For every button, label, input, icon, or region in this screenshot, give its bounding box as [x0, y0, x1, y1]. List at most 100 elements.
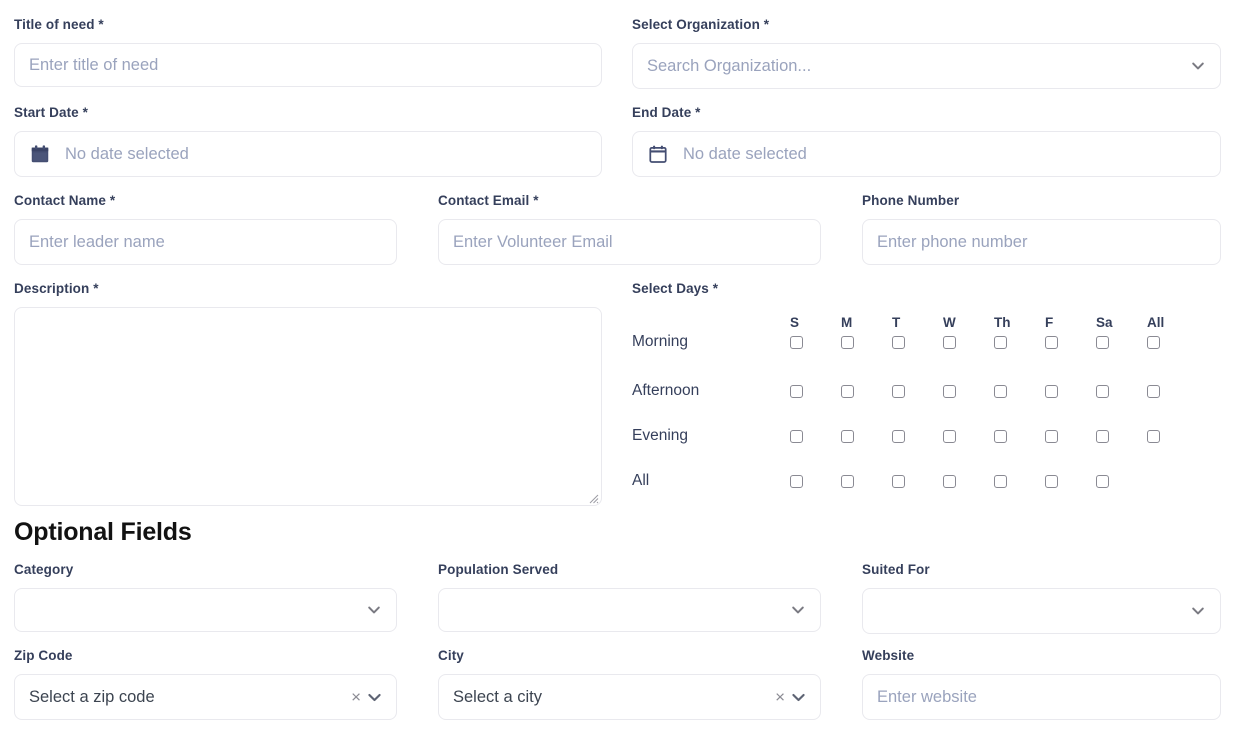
select-organization-wrapper: Search Organization... [632, 43, 1221, 89]
optional-fields-heading: Optional Fields [14, 518, 192, 546]
placeholder-text: Enter website [877, 687, 977, 706]
day-row-morning: Morning [632, 333, 1221, 351]
label-text: Title of need [14, 17, 95, 32]
checkbox-morning-th[interactable] [994, 335, 1045, 349]
row-label-afternoon: Afternoon [632, 382, 700, 399]
day-row-all: All [632, 472, 1221, 490]
checkbox-evening-th[interactable] [994, 429, 1045, 443]
label-text: Contact Email [438, 193, 530, 208]
checkbox-afternoon-all[interactable] [1147, 384, 1198, 398]
day-row-afternoon: Afternoon [632, 382, 1221, 400]
checkbox-morning-all[interactable] [1147, 335, 1198, 349]
field-group-end-date: End Date * No date selected [632, 105, 1221, 177]
checkbox-morning-s[interactable] [790, 335, 841, 349]
clear-icon[interactable]: × [775, 689, 785, 706]
field-group-phone-number: Phone Number Enter phone number [862, 193, 1221, 265]
day-header-friday: F [1045, 315, 1054, 330]
required-asterisk: * [712, 281, 719, 296]
checkbox-morning-t[interactable] [892, 335, 943, 349]
label-text: Select Organization [632, 17, 760, 32]
checkbox-evening-w[interactable] [943, 429, 994, 443]
start-date-picker[interactable]: No date selected [14, 131, 602, 177]
field-group-zip-code: Zip Code Select a zip code × [14, 648, 397, 720]
field-group-title-of-need: Title of need * Enter title of need [14, 17, 602, 89]
phone-number-input[interactable]: Enter phone number [862, 219, 1221, 265]
calendar-outline-icon[interactable] [647, 143, 669, 165]
label-contact-email: Contact Email * [438, 193, 821, 209]
zip-code-select[interactable]: Select a zip code [14, 674, 397, 720]
checkbox-all-t[interactable] [892, 474, 943, 488]
population-served-wrapper [438, 588, 821, 632]
title-of-need-input[interactable]: Enter title of need [14, 43, 602, 87]
end-date-picker[interactable]: No date selected [632, 131, 1221, 177]
suited-for-select[interactable] [862, 588, 1221, 634]
label-text: Start Date [14, 105, 79, 120]
checkbox-afternoon-f[interactable] [1045, 384, 1096, 398]
row-label-morning: Morning [632, 333, 688, 350]
checkbox-evening-s[interactable] [790, 429, 841, 443]
checkbox-afternoon-w[interactable] [943, 384, 994, 398]
checkbox-evening-f[interactable] [1045, 429, 1096, 443]
selected-value: Select a city [453, 687, 542, 706]
checkbox-all-sa[interactable] [1096, 474, 1147, 488]
checkbox-evening-t[interactable] [892, 429, 943, 443]
required-asterisk: * [533, 193, 539, 208]
checkbox-afternoon-sa[interactable] [1096, 384, 1147, 398]
website-input[interactable]: Enter website [862, 674, 1221, 720]
field-group-population-served: Population Served [438, 562, 821, 634]
day-header-monday: M [841, 315, 853, 330]
day-row-evening: Evening [632, 427, 1221, 445]
contact-email-input[interactable]: Enter Volunteer Email [438, 219, 821, 265]
resize-handle[interactable] [587, 491, 599, 504]
placeholder-text: Enter Volunteer Email [453, 232, 613, 251]
checkbox-afternoon-th[interactable] [994, 384, 1045, 398]
row-start-end-date: Start Date * No date selected End Date *… [14, 105, 1221, 177]
label-text: End Date [632, 105, 692, 120]
clear-icon[interactable]: × [351, 689, 361, 706]
field-group-start-date: Start Date * No date selected [14, 105, 602, 177]
field-group-select-organization: Select Organization * Search Organizatio… [632, 17, 1221, 89]
category-select[interactable] [14, 588, 397, 632]
row-contact-info: Contact Name * Enter leader name Contact… [14, 193, 1221, 265]
placeholder-text: No date selected [683, 144, 807, 163]
contact-name-input[interactable]: Enter leader name [14, 219, 397, 265]
checkbox-afternoon-t[interactable] [892, 384, 943, 398]
required-asterisk: * [763, 17, 770, 32]
selected-value: Select a zip code [29, 687, 155, 706]
checkbox-morning-f[interactable] [1045, 335, 1096, 349]
checkbox-evening-sa[interactable] [1096, 429, 1147, 443]
checkbox-all-s[interactable] [790, 474, 841, 488]
day-header-wednesday: W [943, 315, 956, 330]
label-text: Contact Name [14, 193, 106, 208]
label-text: Select Days [632, 281, 709, 296]
population-served-select[interactable] [438, 588, 821, 632]
checkbox-all-m[interactable] [841, 474, 892, 488]
select-organization-dropdown[interactable]: Search Organization... [632, 43, 1221, 89]
required-asterisk: * [98, 17, 104, 32]
label-text: Phone Number [862, 193, 960, 208]
checkbox-all-w[interactable] [943, 474, 994, 488]
calendar-filled-icon[interactable] [29, 143, 51, 165]
label-select-organization: Select Organization * [632, 17, 1221, 33]
checkbox-morning-m[interactable] [841, 335, 892, 349]
day-column-headers: S M T W Th F Sa All [790, 315, 1221, 330]
field-group-website: Website Enter website [862, 648, 1221, 720]
placeholder-text: Enter title of need [29, 55, 159, 74]
city-select[interactable]: Select a city [438, 674, 821, 720]
required-asterisk: * [109, 193, 116, 208]
checkbox-afternoon-s[interactable] [790, 384, 841, 398]
label-zip-code: Zip Code [14, 648, 73, 663]
field-group-city: City Select a city × [438, 648, 821, 720]
checkbox-evening-all[interactable] [1147, 429, 1198, 443]
label-category: Category [14, 562, 74, 577]
description-textarea[interactable] [14, 307, 602, 506]
checkbox-all-f[interactable] [1045, 474, 1096, 488]
checkbox-evening-m[interactable] [841, 429, 892, 443]
select-days-section: Select Days * S M T W Th F Sa All Mornin… [632, 281, 1221, 506]
checkbox-morning-w[interactable] [943, 335, 994, 349]
checkbox-all-th[interactable] [994, 474, 1045, 488]
checkbox-morning-sa[interactable] [1096, 335, 1147, 349]
checkbox-afternoon-m[interactable] [841, 384, 892, 398]
day-header-tuesday: T [892, 315, 901, 330]
label-contact-name: Contact Name * [14, 193, 397, 209]
